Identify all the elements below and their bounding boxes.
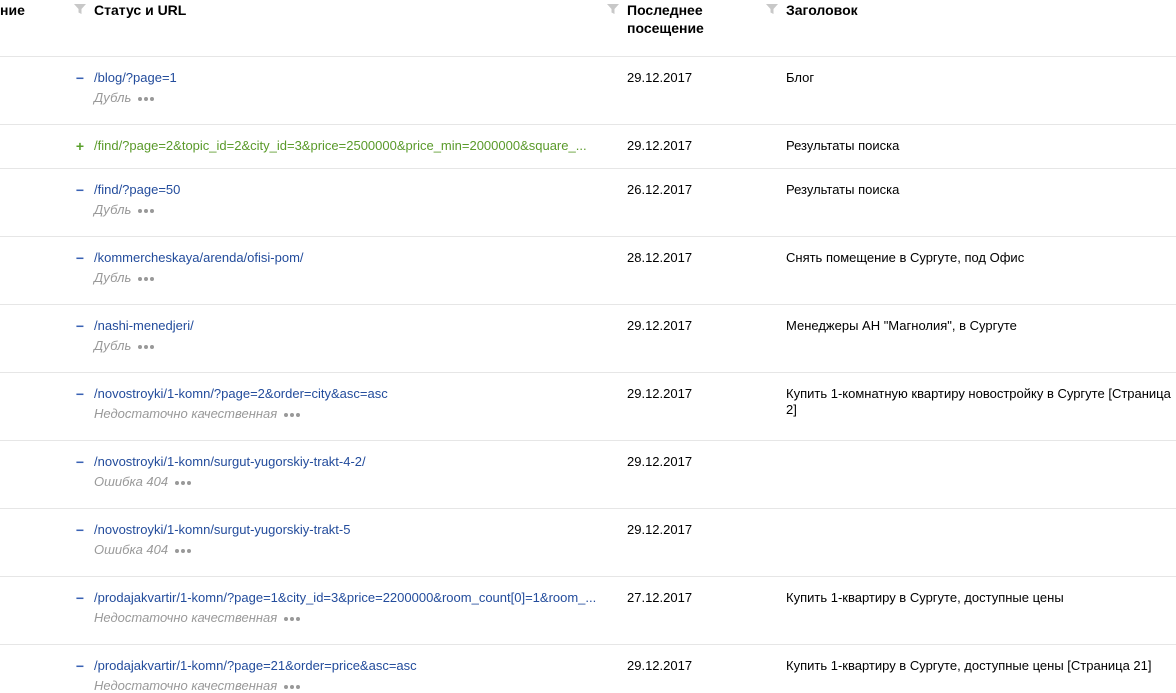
filter-icon[interactable] bbox=[766, 3, 778, 15]
page-title-cell: Снять помещение в Сургуте, под Офис bbox=[786, 250, 1025, 265]
url-link[interactable]: /novostroyki/1-komn/?page=2&order=city&a… bbox=[94, 386, 388, 402]
table-row: − /blog/?page=1 Дубль 29.12.2017 Блог bbox=[0, 57, 1176, 125]
column-header-last-visit[interactable]: Последнее посещение bbox=[627, 1, 737, 37]
last-visit-date: 29.12.2017 bbox=[627, 454, 693, 469]
table-header: ние Статус и URL Последнее посещение Заг… bbox=[0, 0, 1176, 57]
page-title-cell: Результаты поиска bbox=[786, 182, 900, 197]
table-row: − /find/?page=50 Дубль 26.12.2017 Резуль… bbox=[0, 169, 1176, 237]
more-dots-icon[interactable] bbox=[175, 543, 193, 559]
status-label: Дубль bbox=[94, 202, 132, 217]
status-label: Дубль bbox=[94, 270, 132, 285]
status-text: Дубль bbox=[94, 90, 156, 107]
expand-toggle[interactable]: − bbox=[75, 590, 85, 606]
url-link[interactable]: /novostroyki/1-komn/surgut-yugorskiy-tra… bbox=[94, 454, 366, 470]
table-row: − /novostroyki/1-komn/?page=2&order=city… bbox=[0, 373, 1176, 441]
last-visit-date: 29.12.2017 bbox=[627, 658, 693, 673]
more-dots-icon[interactable] bbox=[138, 91, 156, 107]
url-link[interactable]: /prodajakvartir/1-komn/?page=1&city_id=3… bbox=[94, 590, 596, 606]
table-row: − /prodajakvartir/1-komn/?page=21&order=… bbox=[0, 645, 1176, 693]
expand-toggle[interactable]: − bbox=[75, 386, 85, 402]
column-header-title[interactable]: Заголовок bbox=[786, 1, 858, 19]
expand-toggle[interactable]: + bbox=[75, 138, 85, 154]
more-dots-icon[interactable] bbox=[175, 475, 193, 491]
last-visit-date: 29.12.2017 bbox=[627, 138, 693, 153]
expand-toggle[interactable]: − bbox=[75, 182, 85, 198]
filter-icon[interactable] bbox=[74, 3, 86, 15]
url-link[interactable]: /nashi-menedjeri/ bbox=[94, 318, 194, 334]
table-row: + /find/?page=2&topic_id=2&city_id=3&pri… bbox=[0, 125, 1176, 169]
column-header-truncated[interactable]: ние bbox=[0, 1, 25, 19]
url-link[interactable]: /prodajakvartir/1-komn/?page=21&order=pr… bbox=[94, 658, 417, 674]
last-visit-date: 27.12.2017 bbox=[627, 590, 693, 605]
status-text: Ошибка 404 bbox=[94, 474, 193, 491]
status-label: Недостаточно качественная bbox=[94, 406, 278, 421]
status-text: Недостаточно качественная bbox=[94, 406, 302, 423]
last-visit-date: 29.12.2017 bbox=[627, 70, 693, 85]
last-visit-date: 28.12.2017 bbox=[627, 250, 693, 265]
url-link[interactable]: /find/?page=2&topic_id=2&city_id=3&price… bbox=[94, 138, 587, 154]
table-row: − /kommercheskaya/arenda/ofisi-pom/ Дубл… bbox=[0, 237, 1176, 305]
url-link[interactable]: /kommercheskaya/arenda/ofisi-pom/ bbox=[94, 250, 304, 266]
pages-table: ние Статус и URL Последнее посещение Заг… bbox=[0, 0, 1176, 693]
table-body: − /blog/?page=1 Дубль 29.12.2017 Блог + … bbox=[0, 57, 1176, 693]
table-row: − /prodajakvartir/1-komn/?page=1&city_id… bbox=[0, 577, 1176, 645]
status-label: Ошибка 404 bbox=[94, 474, 169, 489]
url-link[interactable]: /novostroyki/1-komn/surgut-yugorskiy-tra… bbox=[94, 522, 350, 538]
more-dots-icon[interactable] bbox=[284, 611, 302, 627]
page-title-cell: Менеджеры АН "Магнолия", в Сургуте bbox=[786, 318, 1017, 333]
status-label: Недостаточно качественная bbox=[94, 610, 278, 625]
page-title-cell: Купить 1-комнатную квартиру новостройку … bbox=[786, 386, 1171, 417]
page-title-cell: Купить 1-квартиру в Сургуте, доступные ц… bbox=[786, 658, 1152, 673]
status-label: Дубль bbox=[94, 338, 132, 353]
status-text: Дубль bbox=[94, 270, 156, 287]
page-title-cell: Результаты поиска bbox=[786, 138, 900, 153]
last-visit-date: 29.12.2017 bbox=[627, 522, 693, 537]
url-link[interactable]: /blog/?page=1 bbox=[94, 70, 177, 86]
status-text: Дубль bbox=[94, 202, 156, 219]
expand-toggle[interactable]: − bbox=[75, 658, 85, 674]
column-header-status-url[interactable]: Статус и URL bbox=[94, 1, 186, 19]
more-dots-icon[interactable] bbox=[138, 339, 156, 355]
table-row: − /nashi-menedjeri/ Дубль 29.12.2017 Мен… bbox=[0, 305, 1176, 373]
last-visit-date: 29.12.2017 bbox=[627, 386, 693, 401]
status-text: Дубль bbox=[94, 338, 156, 355]
last-visit-date: 26.12.2017 bbox=[627, 182, 693, 197]
page-title-cell: Купить 1-квартиру в Сургуте, доступные ц… bbox=[786, 590, 1064, 605]
filter-icon[interactable] bbox=[607, 3, 619, 15]
status-text: Недостаточно качественная bbox=[94, 678, 302, 693]
more-dots-icon[interactable] bbox=[138, 203, 156, 219]
status-text: Недостаточно качественная bbox=[94, 610, 302, 627]
expand-toggle[interactable]: − bbox=[75, 454, 85, 470]
more-dots-icon[interactable] bbox=[284, 679, 302, 693]
url-link[interactable]: /find/?page=50 bbox=[94, 182, 180, 198]
expand-toggle[interactable]: − bbox=[75, 522, 85, 538]
table-row: − /novostroyki/1-komn/surgut-yugorskiy-t… bbox=[0, 441, 1176, 509]
more-dots-icon[interactable] bbox=[138, 271, 156, 287]
status-text: Ошибка 404 bbox=[94, 542, 193, 559]
status-label: Дубль bbox=[94, 90, 132, 105]
expand-toggle[interactable]: − bbox=[75, 318, 85, 334]
last-visit-date: 29.12.2017 bbox=[627, 318, 693, 333]
expand-toggle[interactable]: − bbox=[75, 250, 85, 266]
status-label: Недостаточно качественная bbox=[94, 678, 278, 693]
status-label: Ошибка 404 bbox=[94, 542, 169, 557]
expand-toggle[interactable]: − bbox=[75, 70, 85, 86]
table-row: − /novostroyki/1-komn/surgut-yugorskiy-t… bbox=[0, 509, 1176, 577]
page-title-cell: Блог bbox=[786, 70, 815, 85]
more-dots-icon[interactable] bbox=[284, 407, 302, 423]
